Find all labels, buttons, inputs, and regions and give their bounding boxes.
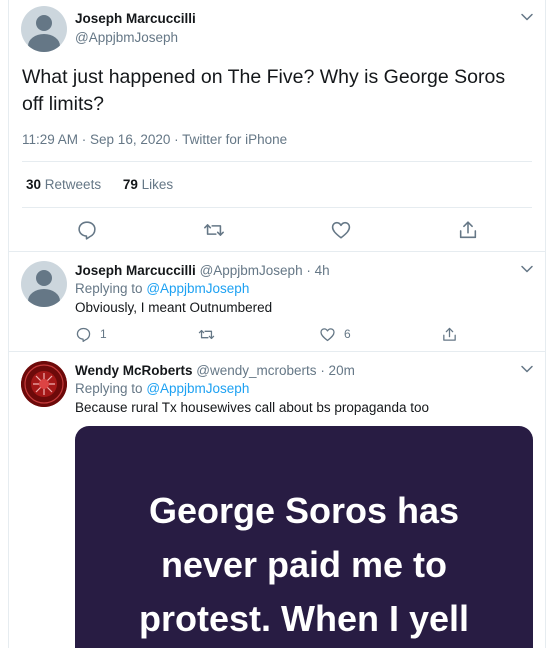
share-icon — [459, 221, 477, 239]
media-caption-line: protest. When I yell — [138, 598, 470, 639]
reply-header: Joseph Marcuccilli @AppjbmJoseph · 4h — [75, 263, 330, 278]
tweet-separator — [9, 251, 546, 252]
tweet-text: Obviously, I meant Outnumbered — [75, 300, 273, 315]
author-name[interactable]: Joseph Marcuccilli — [75, 11, 196, 26]
share-button[interactable] — [457, 219, 479, 241]
tweet-text: What just happened on The Five? Why is G… — [22, 66, 506, 115]
likes-label[interactable]: Likes — [142, 177, 174, 192]
replying-to-handle[interactable]: @AppjbmJoseph — [146, 381, 249, 396]
media-image[interactable]: George Soros has never paid me to protes… — [75, 426, 533, 648]
reply-button[interactable] — [76, 219, 98, 241]
retweet-button[interactable] — [198, 325, 223, 343]
author-handle[interactable]: @wendy_mcroberts — [196, 363, 316, 378]
heart-icon — [320, 327, 335, 341]
replying-to: Replying to @AppjbmJoseph — [75, 381, 249, 396]
reply-header: Wendy McRoberts @wendy_mcroberts · 20m — [75, 363, 355, 378]
retweets-label[interactable]: Retweets — [45, 177, 101, 192]
like-button[interactable]: 6 — [319, 325, 351, 343]
retweet-button[interactable] — [203, 219, 225, 241]
retweet-icon — [198, 329, 215, 339]
retweet-icon — [204, 224, 224, 236]
media-caption-line: George Soros has — [148, 490, 460, 531]
chevron-down-icon[interactable] — [520, 262, 534, 276]
media-caption: George Soros has never paid me to protes… — [75, 484, 533, 646]
replying-to-label: Replying to — [75, 381, 143, 396]
author-name[interactable]: Joseph Marcuccilli — [75, 263, 196, 278]
replying-to-label: Replying to — [75, 281, 143, 296]
share-button[interactable] — [441, 325, 466, 343]
tweet-time[interactable]: · 4h — [306, 263, 329, 278]
tweet-text: Because rural Tx housewives call about b… — [75, 400, 429, 415]
replying-to: Replying to @AppjbmJoseph — [75, 281, 249, 296]
avatar[interactable] — [21, 6, 67, 52]
share-icon — [443, 327, 456, 341]
logo-badge-icon — [21, 361, 67, 407]
reply-icon — [78, 221, 96, 240]
tweet-stats: 30 Retweets 79 Likes — [26, 177, 173, 192]
like-count: 6 — [344, 327, 351, 341]
likes-count[interactable]: 79 — [123, 177, 138, 192]
tweet-separator — [9, 351, 546, 352]
tweet-meta[interactable]: 11:29 AM · Sep 16, 2020 · Twitter for iP… — [22, 132, 287, 147]
tweet-time[interactable]: · 20m — [320, 363, 355, 378]
divider — [22, 161, 532, 162]
retweets-count[interactable]: 30 — [26, 177, 41, 192]
reply-icon — [76, 327, 91, 342]
avatar[interactable] — [21, 361, 67, 407]
author-handle[interactable]: @AppjbmJoseph — [75, 30, 178, 45]
media-caption-line: never paid me to — [160, 544, 448, 585]
replying-to-handle[interactable]: @AppjbmJoseph — [146, 281, 249, 296]
author-handle[interactable]: @AppjbmJoseph — [200, 263, 303, 278]
avatar[interactable] — [21, 261, 67, 307]
chevron-down-icon[interactable] — [520, 10, 534, 24]
reply-button[interactable]: 1 — [75, 325, 107, 343]
author-name[interactable]: Wendy McRoberts — [75, 363, 193, 378]
like-button[interactable] — [330, 219, 352, 241]
reply-count: 1 — [100, 327, 107, 341]
heart-icon — [331, 221, 351, 239]
divider — [22, 207, 532, 208]
chevron-down-icon[interactable] — [520, 362, 534, 376]
